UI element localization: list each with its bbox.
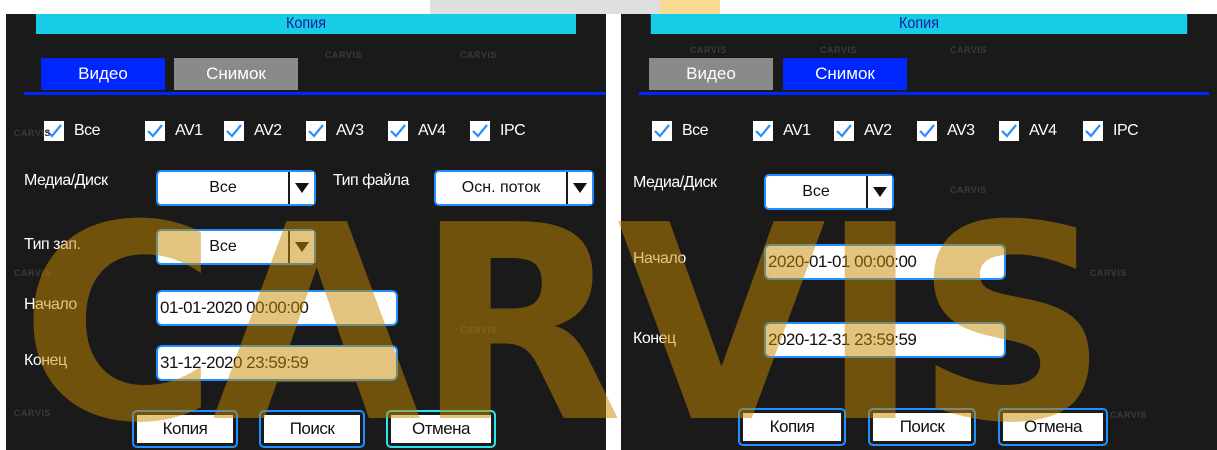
dropdown-arrow-icon: [288, 231, 314, 263]
dropdown-arrow-icon: [866, 176, 892, 208]
copy-dialog-snapshot: Копия Видео Снимок Все AV1 AV2 AV3 AV4 I…: [621, 14, 1217, 450]
copy-button[interactable]: Копия: [132, 410, 238, 448]
start-datetime-field[interactable]: 2020-01-01 00:00:00: [764, 244, 1006, 280]
checkbox-ipc[interactable]: IPC: [470, 118, 526, 144]
watermark-text: CARVIS: [14, 128, 51, 138]
tab-video[interactable]: Видео: [41, 58, 165, 90]
channel-checkboxes: Все AV1 AV2 AV3 AV4 IPC: [6, 118, 606, 146]
start-label: Начало: [24, 296, 77, 313]
tab-underline: [639, 92, 1209, 95]
checkbox-av3[interactable]: AV3: [917, 118, 975, 144]
checkmark-icon: [388, 121, 408, 141]
cancel-button[interactable]: Отмена: [998, 408, 1108, 446]
end-label: Конец: [633, 330, 676, 347]
checkmark-icon: [753, 121, 773, 141]
file-type-label: Тип файла: [333, 172, 409, 189]
tab-video[interactable]: Видео: [649, 58, 773, 90]
record-type-label: Тип зап.: [24, 236, 81, 253]
start-datetime-field[interactable]: 01-01-2020 00:00:00: [156, 290, 398, 326]
dropdown-arrow-icon: [288, 172, 314, 204]
checkbox-av1[interactable]: AV1: [753, 118, 811, 144]
cancel-button[interactable]: Отмена: [386, 410, 496, 448]
checkmark-icon: [834, 121, 854, 141]
file-type-select[interactable]: Осн. поток: [434, 170, 594, 206]
watermark-text: CARVIS: [325, 50, 362, 60]
checkmark-icon: [652, 121, 672, 141]
dialog-title: Копия: [650, 14, 1188, 34]
end-datetime-field[interactable]: 31-12-2020 23:59:59: [156, 345, 398, 381]
tab-underline: [24, 92, 606, 95]
checkmark-icon: [917, 121, 937, 141]
media-disk-select[interactable]: Все: [764, 174, 894, 210]
copy-button[interactable]: Копия: [738, 408, 846, 446]
checkbox-av3[interactable]: AV3: [306, 118, 364, 144]
media-disk-select[interactable]: Все: [156, 170, 316, 206]
checkmark-icon: [1083, 121, 1103, 141]
watermark-text: CARVIS: [950, 185, 987, 195]
watermark-text: CARVIS: [460, 325, 497, 335]
start-label: Начало: [633, 250, 686, 267]
watermark-text: CARVIS: [1090, 268, 1127, 278]
watermark-text: CARVIS: [820, 45, 857, 55]
record-type-select[interactable]: Все: [156, 229, 316, 265]
checkbox-av1[interactable]: AV1: [145, 118, 203, 144]
checkbox-av4[interactable]: AV4: [388, 118, 446, 144]
channel-checkboxes: Все AV1 AV2 AV3 AV4 IPC: [621, 118, 1217, 146]
tab-snapshot[interactable]: Снимок: [783, 58, 907, 90]
watermark-text: CARVIS: [950, 45, 987, 55]
watermark-text: CARVIS: [460, 50, 497, 60]
checkmark-icon: [999, 121, 1019, 141]
checkmark-icon: [306, 121, 326, 141]
checkmark-icon: [470, 121, 490, 141]
checkbox-av2[interactable]: AV2: [834, 118, 892, 144]
media-disk-label: Медиа/Диск: [633, 174, 717, 191]
end-label: Конец: [24, 352, 67, 369]
checkmark-icon: [145, 121, 165, 141]
checkbox-ipc[interactable]: IPC: [1083, 118, 1139, 144]
checkbox-all[interactable]: Все: [44, 118, 101, 144]
search-button[interactable]: Поиск: [259, 410, 365, 448]
checkbox-av2[interactable]: AV2: [224, 118, 282, 144]
media-disk-label: Медиа/Диск: [24, 172, 108, 189]
tab-snapshot[interactable]: Снимок: [174, 58, 298, 90]
copy-dialog-video: Копия Видео Снимок Все AV1 AV2 AV3 AV4 I…: [6, 14, 606, 450]
watermark-text: CARVIS: [14, 268, 51, 278]
dialog-title: Копия: [36, 14, 576, 34]
checkbox-av4[interactable]: AV4: [999, 118, 1057, 144]
dropdown-arrow-icon: [566, 172, 592, 204]
checkmark-icon: [224, 121, 244, 141]
watermark-text: CARVIS: [14, 408, 51, 418]
search-button[interactable]: Поиск: [868, 408, 976, 446]
end-datetime-field[interactable]: 2020-12-31 23:59:59: [764, 322, 1006, 358]
watermark-text: CARVIS: [1110, 410, 1147, 420]
checkbox-all[interactable]: Все: [652, 118, 709, 144]
watermark-text: CARVIS: [690, 45, 727, 55]
